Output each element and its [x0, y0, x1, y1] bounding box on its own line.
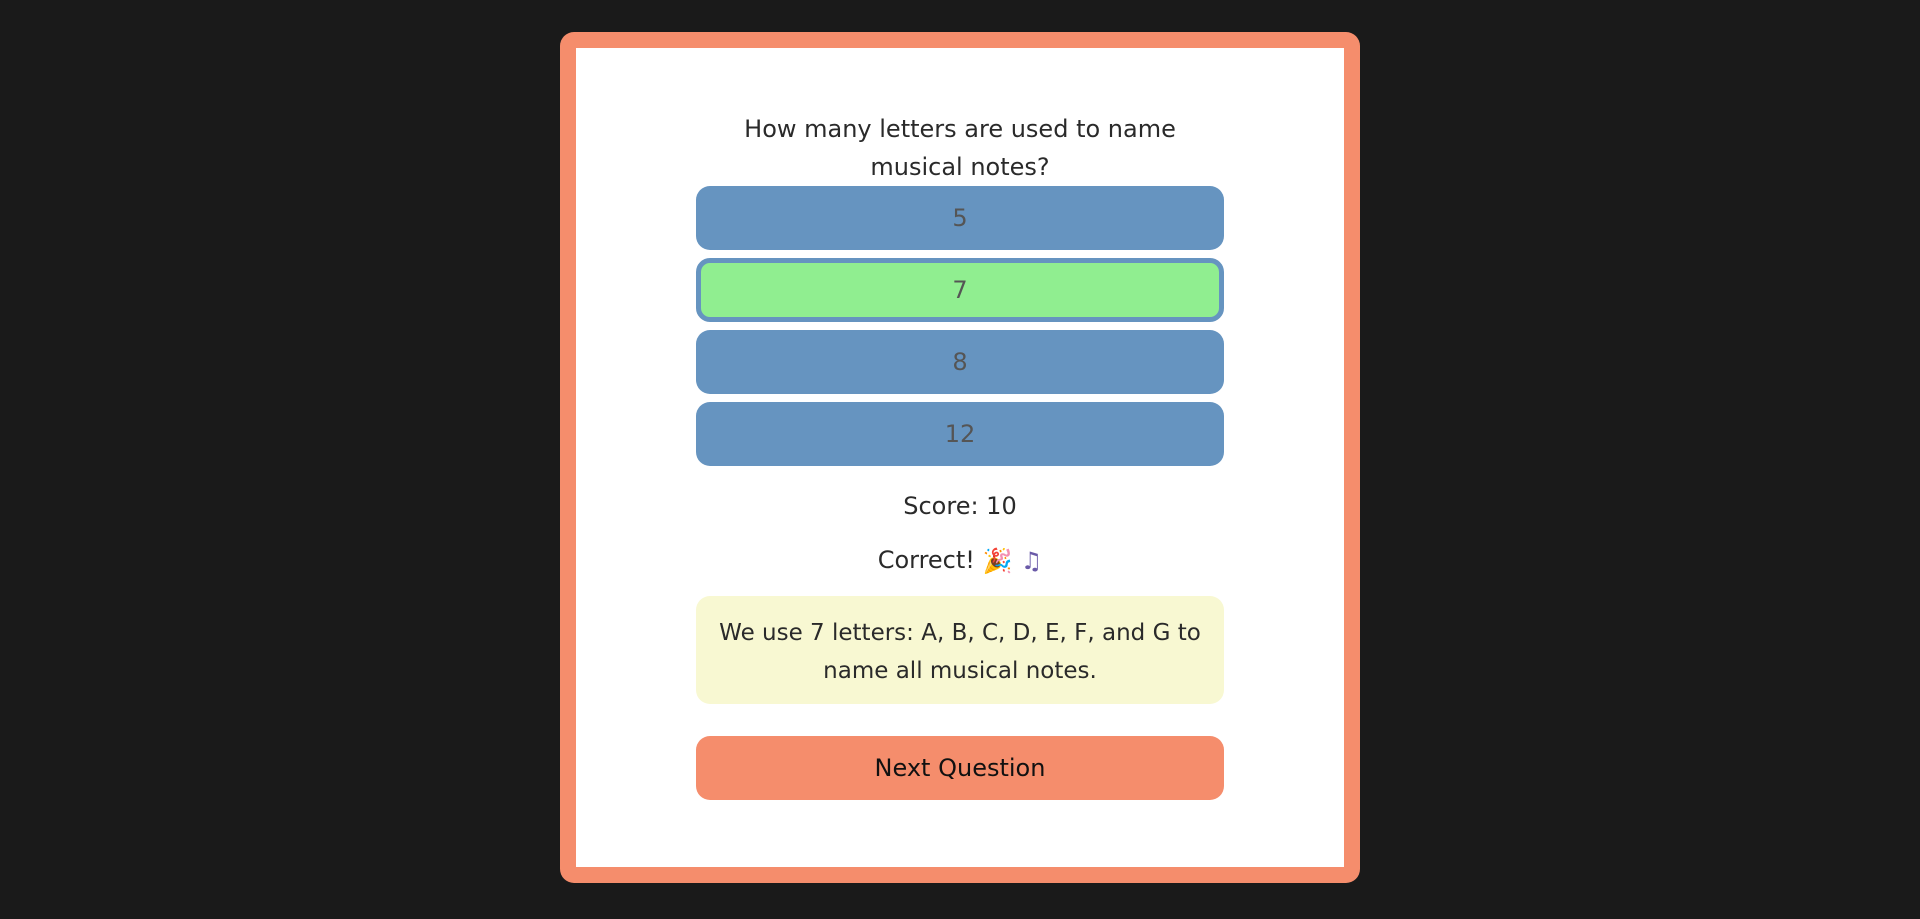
- next-question-button[interactable]: Next Question: [696, 736, 1224, 800]
- answer-option-7-selected[interactable]: 7: [696, 258, 1224, 322]
- answer-option-5[interactable]: 5: [696, 186, 1224, 250]
- answer-option-12[interactable]: 12: [696, 402, 1224, 466]
- party-popper-icon: 🎉: [982, 547, 1013, 575]
- quiz-frame: How many letters are used to name musica…: [560, 32, 1360, 883]
- explanation-box: We use 7 letters: A, B, C, D, E, F, and …: [696, 596, 1224, 704]
- result-text: Correct!: [877, 546, 975, 574]
- quiz-card: How many letters are used to name musica…: [576, 48, 1344, 867]
- answer-option-8[interactable]: 8: [696, 330, 1224, 394]
- result-message: Correct! 🎉 ♫: [710, 544, 1210, 577]
- question-text: How many letters are used to name musica…: [744, 115, 1176, 181]
- musical-notes-icon: ♫: [1020, 547, 1043, 575]
- score-display: Score: 10: [903, 492, 1017, 520]
